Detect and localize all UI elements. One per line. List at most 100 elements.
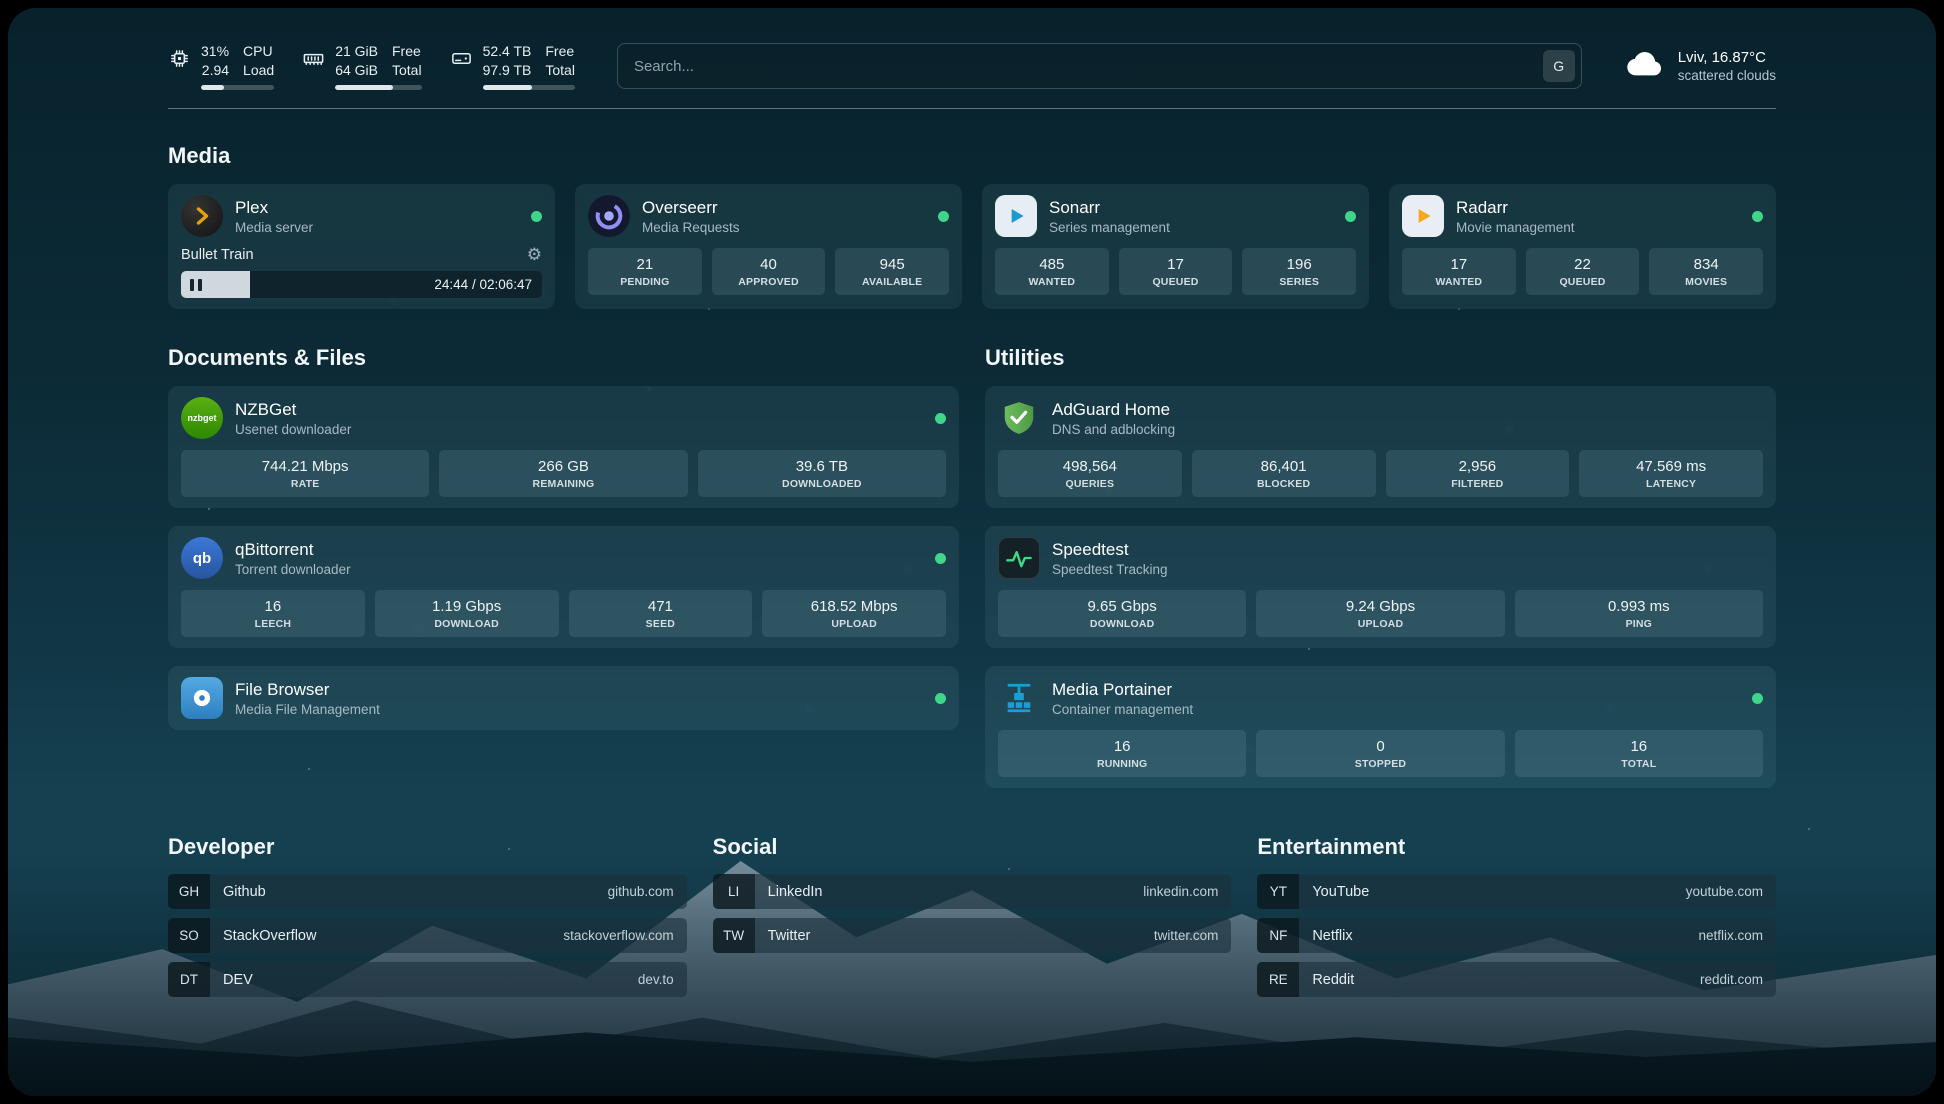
bookmark-reddit[interactable]: RE Reddit reddit.com [1257, 962, 1776, 997]
stat-label: FILTERED [1390, 478, 1566, 490]
service-card-sonarr: Sonarr Series management 485 WANTED 17 Q… [982, 184, 1369, 309]
bookmark-dev[interactable]: DT DEV dev.to [168, 962, 687, 997]
stat-label: QUEUED [1530, 276, 1636, 288]
bookmark-name: LinkedIn [768, 884, 823, 900]
stat-tile: 16 RUNNING [998, 730, 1246, 777]
service-link-sonarr[interactable]: Sonarr Series management [995, 195, 1356, 237]
service-link-nzbget[interactable]: nzbget NZBGet Usenet downloader [181, 397, 946, 439]
stat-value: 0 [1260, 738, 1500, 755]
stat-value: 16 [185, 598, 361, 615]
stat-label: RUNNING [1002, 758, 1242, 770]
stat-value: 618.52 Mbps [766, 598, 942, 615]
service-link-radarr[interactable]: Radarr Movie management [1402, 195, 1763, 237]
bookmark-name: StackOverflow [223, 928, 316, 944]
stat-label: QUEUED [1123, 276, 1229, 288]
service-link-speedtest[interactable]: Speedtest Speedtest Tracking [998, 537, 1763, 579]
service-name: Sonarr [1049, 198, 1170, 218]
top-bar: 31% CPU 2.94 Load 21 GiB Free [168, 42, 1776, 90]
stat-label: STOPPED [1260, 758, 1500, 770]
stat-tile: 945 AVAILABLE [835, 248, 949, 295]
status-dot [1752, 693, 1763, 704]
dashboard-content: 31% CPU 2.94 Load 21 GiB Free [8, 8, 1936, 1096]
section-title-utilities: Utilities [985, 345, 1776, 371]
section-title-developer: Developer [168, 834, 687, 860]
stat-value: 40 [716, 256, 822, 273]
pause-icon[interactable] [190, 279, 202, 291]
qbittorrent-icon-text: qb [193, 550, 211, 567]
bookmark-linkedin[interactable]: LI LinkedIn linkedin.com [713, 874, 1232, 909]
memory-progress-fill [335, 85, 393, 90]
stat-value: 834 [1653, 256, 1759, 273]
section-title-media: Media [168, 143, 1776, 169]
service-card-plex: Plex Media server Bullet Train ⚙ 24:44 /… [168, 184, 555, 309]
stat-tile: 0 STOPPED [1256, 730, 1504, 777]
service-link-filebrowser[interactable]: File Browser Media File Management [181, 677, 946, 719]
bookmark-youtube[interactable]: YT YouTube youtube.com [1257, 874, 1776, 909]
stat-tile: 9.65 Gbps DOWNLOAD [998, 590, 1246, 637]
speedtest-icon [998, 537, 1040, 579]
bookmark-stackoverflow[interactable]: SO StackOverflow stackoverflow.com [168, 918, 687, 953]
service-desc: DNS and adblocking [1052, 422, 1175, 437]
stat-label: BLOCKED [1196, 478, 1372, 490]
stat-label: DOWNLOADED [702, 478, 942, 490]
topbar-divider [168, 108, 1776, 109]
stat-value: 9.24 Gbps [1260, 598, 1500, 615]
memory-widget: 21 GiB Free 64 GiB Total [302, 42, 421, 90]
service-link-adguard[interactable]: AdGuard Home DNS and adblocking [998, 397, 1763, 439]
plex-icon [181, 195, 223, 237]
bookmark-twitter[interactable]: TW Twitter twitter.com [713, 918, 1232, 953]
stat-value: 39.6 TB [702, 458, 942, 475]
stat-value: 17 [1123, 256, 1229, 273]
plex-now-playing: Bullet Train ⚙ 24:44 / 02:06:47 [181, 246, 542, 298]
service-card-filebrowser: File Browser Media File Management [168, 666, 959, 730]
service-desc: Media Requests [642, 220, 740, 235]
stat-value: 266 GB [443, 458, 683, 475]
search-provider-button[interactable]: G [1543, 50, 1575, 82]
section-title-entertainment: Entertainment [1257, 834, 1776, 860]
bookmark-url: dev.to [638, 972, 674, 987]
stat-tile: 21 PENDING [588, 248, 702, 295]
status-dot [531, 211, 542, 222]
stat-value: 471 [573, 598, 749, 615]
bookmark-url: netflix.com [1698, 928, 1763, 943]
stat-value: 16 [1519, 738, 1759, 755]
stat-tile: 471 SEED [569, 590, 753, 637]
status-dot [938, 211, 949, 222]
stat-label: WANTED [1406, 276, 1512, 288]
gear-icon[interactable]: ⚙ [527, 246, 542, 263]
search-input[interactable] [617, 43, 1582, 89]
service-name: File Browser [235, 680, 380, 700]
service-name: NZBGet [235, 400, 351, 420]
stat-label: DOWNLOAD [1002, 618, 1242, 630]
stat-label: PENDING [592, 276, 698, 288]
service-name: qBittorrent [235, 540, 351, 560]
status-dot [935, 553, 946, 564]
stat-tile: 2,956 FILTERED [1386, 450, 1570, 497]
cpu-progress-bar [201, 85, 274, 90]
disk-widget: 52.4 TB Free 97.9 TB Total [450, 42, 575, 90]
service-desc: Usenet downloader [235, 422, 351, 437]
stat-tile: 47.569 ms LATENCY [1579, 450, 1763, 497]
now-playing-title: Bullet Train [181, 247, 254, 263]
disk-total-value: 97.9 TB [483, 61, 532, 79]
bookmark-netflix[interactable]: NF Netflix netflix.com [1257, 918, 1776, 953]
service-link-plex[interactable]: Plex Media server [181, 195, 542, 237]
utilities-column: Utilities [985, 345, 1776, 788]
bookmark-abbr: SO [168, 918, 210, 953]
service-link-portainer[interactable]: Media Portainer Container management [998, 677, 1763, 719]
memory-progress-bar [335, 85, 421, 90]
bookmark-url: linkedin.com [1143, 884, 1218, 899]
disk-progress-fill [483, 85, 533, 90]
service-link-qbittorrent[interactable]: qb qBittorrent Torrent downloader [181, 537, 946, 579]
bookmark-github[interactable]: GH Github github.com [168, 874, 687, 909]
stat-label: QUERIES [1002, 478, 1178, 490]
cloud-icon [1624, 43, 1666, 90]
stat-value: 1.19 Gbps [379, 598, 555, 615]
bookmark-abbr: GH [168, 874, 210, 909]
bookmark-url: reddit.com [1700, 972, 1763, 987]
stat-tile: 16 TOTAL [1515, 730, 1763, 777]
service-link-overseerr[interactable]: Overseerr Media Requests [588, 195, 949, 237]
stat-value: 2,956 [1390, 458, 1566, 475]
weather-widget: Lviv, 16.87°C scattered clouds [1624, 43, 1776, 90]
bookmark-abbr: RE [1257, 962, 1299, 997]
